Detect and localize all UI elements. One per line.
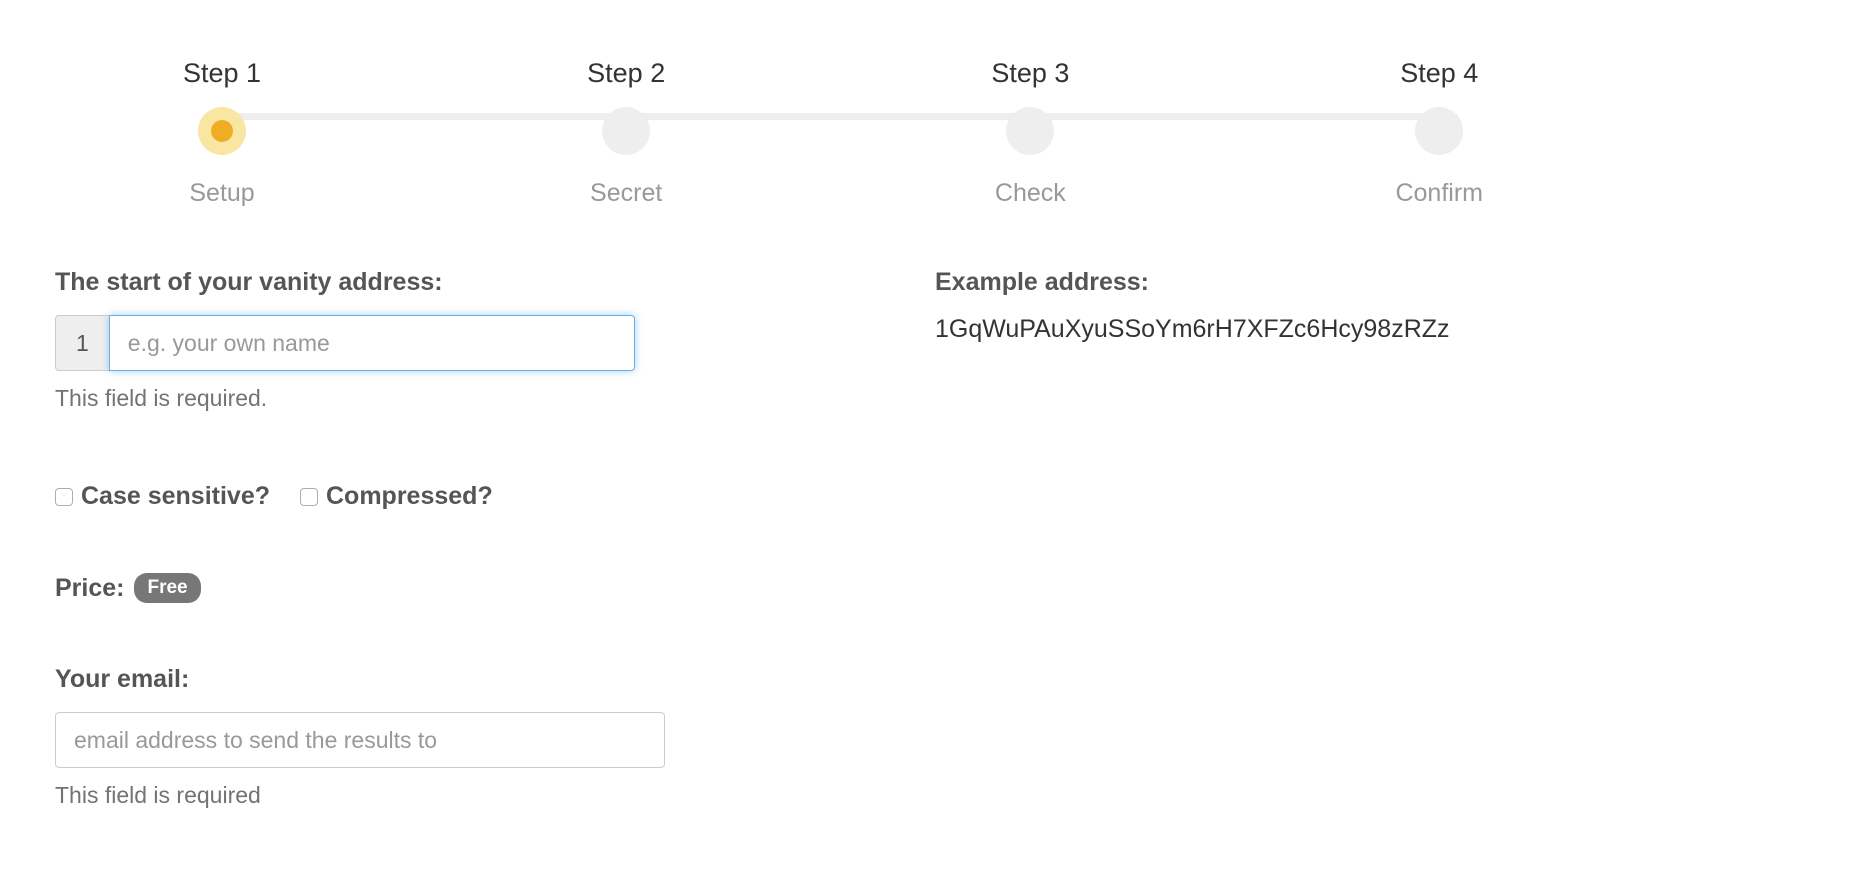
email-input[interactable] <box>55 712 665 768</box>
price-row: Price: Free <box>55 573 935 603</box>
compressed-wrap: Compressed? <box>300 482 493 511</box>
step-3: Step 3 Check <box>991 58 1069 208</box>
vanity-label: The start of your vanity address: <box>55 268 935 297</box>
form-columns: The start of your vanity address: 1 This… <box>55 268 1809 809</box>
email-section: Your email: This field is required <box>55 665 935 809</box>
stepper: Step 1 Setup Step 2 Secret Step 3 Check … <box>183 40 1483 208</box>
vanity-input[interactable] <box>109 315 635 371</box>
example-label: Example address: <box>935 268 1809 297</box>
step-label: Check <box>995 179 1066 208</box>
vanity-input-group: 1 <box>55 315 635 371</box>
email-helper: This field is required <box>55 782 935 809</box>
step-2: Step 2 Secret <box>587 58 665 208</box>
step-dot <box>1006 107 1054 155</box>
email-label: Your email: <box>55 665 935 694</box>
step-label: Setup <box>189 179 254 208</box>
step-label: Confirm <box>1395 179 1483 208</box>
price-badge: Free <box>134 573 200 603</box>
left-column: The start of your vanity address: 1 This… <box>55 268 935 809</box>
case-sensitive-checkbox[interactable] <box>55 488 73 506</box>
checkbox-row: Case sensitive? Compressed? <box>55 482 935 511</box>
step-title: Step 2 <box>587 58 665 89</box>
step-dot <box>602 107 650 155</box>
vanity-prefix: 1 <box>55 315 109 371</box>
step-dot <box>1415 107 1463 155</box>
compressed-checkbox[interactable] <box>300 488 318 506</box>
step-title: Step 1 <box>183 58 261 89</box>
compressed-label: Compressed? <box>326 482 493 511</box>
step-1: Step 1 Setup <box>183 58 261 208</box>
step-label: Secret <box>590 179 662 208</box>
case-sensitive-wrap: Case sensitive? <box>55 482 270 511</box>
example-address: 1GqWuPAuXyuSSoYm6rH7XFZc6Hcy98zRZz <box>935 315 1809 344</box>
stepper-track <box>208 113 1458 120</box>
step-title: Step 4 <box>1400 58 1478 89</box>
right-column: Example address: 1GqWuPAuXyuSSoYm6rH7XFZ… <box>935 268 1809 809</box>
step-title: Step 3 <box>991 58 1069 89</box>
vanity-helper: This field is required. <box>55 385 935 412</box>
step-4: Step 4 Confirm <box>1395 58 1483 208</box>
case-sensitive-label: Case sensitive? <box>81 482 270 511</box>
price-label: Price: <box>55 574 124 603</box>
step-dot-active <box>198 107 246 155</box>
